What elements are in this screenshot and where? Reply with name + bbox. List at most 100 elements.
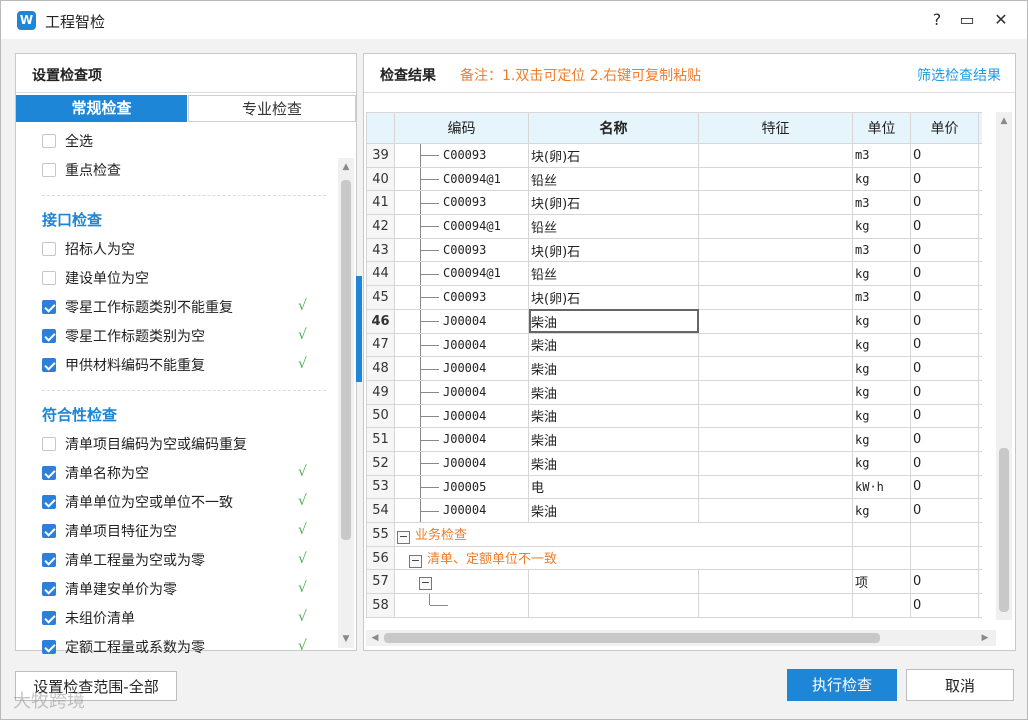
scroll-down-icon[interactable]: ▼ bbox=[339, 634, 353, 644]
check-item[interactable]: 未组价清单 bbox=[42, 608, 135, 630]
results-vscroll-thumb[interactable] bbox=[999, 448, 1009, 612]
collapse-icon[interactable]: − bbox=[397, 531, 410, 545]
unit-cell[interactable]: kg bbox=[852, 427, 911, 452]
unit-cell[interactable]: m3 bbox=[852, 285, 911, 310]
unit-cell[interactable]: kg bbox=[852, 403, 911, 429]
checkbox-icon[interactable] bbox=[42, 271, 56, 285]
table-row[interactable]: 40C00094@1铅丝 kg02C bbox=[366, 166, 982, 192]
extra-cell[interactable]: 2C bbox=[978, 332, 982, 358]
checkbox-checked-icon[interactable] bbox=[42, 300, 56, 314]
unit-cell[interactable] bbox=[852, 593, 911, 618]
panel-splitter[interactable] bbox=[356, 276, 362, 382]
name-cell[interactable]: 铅丝 bbox=[528, 261, 699, 287]
extra-cell[interactable]: 2C bbox=[978, 190, 982, 216]
unit-cell[interactable]: kg bbox=[852, 498, 911, 523]
unit-cell[interactable]: kg bbox=[852, 214, 911, 239]
code-cell[interactable]: J00004 bbox=[394, 498, 529, 523]
price-cell[interactable]: 0 bbox=[910, 379, 979, 405]
checkbox-checked-icon[interactable] bbox=[42, 358, 56, 372]
price-cell[interactable]: 0 bbox=[910, 214, 979, 239]
table-row[interactable]: 41C00093块(卵)石 m302C bbox=[366, 190, 982, 216]
code-cell[interactable]: C00093 bbox=[394, 285, 529, 310]
table-row[interactable]: 42C00094@1铅丝 kg02C bbox=[366, 214, 982, 239]
tab-regular[interactable]: 常规检查 bbox=[16, 95, 187, 122]
table-row[interactable]: 51J00004柴油 kg02C bbox=[366, 427, 982, 452]
extra-cell[interactable]: 2C bbox=[978, 403, 982, 429]
checkbox-checked-icon[interactable] bbox=[42, 329, 56, 343]
name-cell[interactable]: 柴油 bbox=[528, 403, 699, 429]
results-hscroll-thumb[interactable] bbox=[384, 633, 880, 643]
col-header-unit[interactable]: 单位 bbox=[852, 112, 911, 144]
feature-cell[interactable] bbox=[698, 308, 853, 334]
group-row[interactable]: 55− 业务检查 bbox=[366, 522, 982, 547]
feature-cell[interactable] bbox=[698, 474, 853, 500]
extra-cell[interactable]: 2C bbox=[978, 143, 982, 168]
checkbox-icon[interactable] bbox=[42, 242, 56, 256]
feature-cell[interactable] bbox=[698, 143, 853, 168]
code-cell[interactable]: J00004 bbox=[394, 403, 529, 429]
table-row[interactable]: 53J00005电 kW·h02C bbox=[366, 474, 982, 500]
check-item[interactable]: 重点检查 bbox=[42, 160, 121, 182]
checkbox-icon[interactable] bbox=[42, 163, 56, 177]
checkbox-checked-icon[interactable] bbox=[42, 640, 56, 654]
maximize-button[interactable]: ▭ bbox=[953, 7, 981, 33]
left-scroll-thumb[interactable] bbox=[341, 180, 351, 540]
results-hscrollbar[interactable]: ◀ ▶ bbox=[366, 630, 996, 646]
code-cell[interactable]: J00004 bbox=[394, 308, 529, 334]
extra-cell[interactable]: 2C bbox=[978, 285, 982, 310]
price-cell[interactable] bbox=[910, 522, 979, 547]
unit-cell[interactable] bbox=[852, 522, 911, 547]
code-cell[interactable]: C00093 bbox=[394, 143, 529, 168]
check-item[interactable]: 零星工作标题类别为空 bbox=[42, 326, 205, 348]
name-cell[interactable] bbox=[528, 569, 699, 595]
check-item[interactable]: 建设单位为空 bbox=[42, 268, 149, 290]
feature-cell[interactable] bbox=[698, 190, 853, 216]
checkbox-icon[interactable] bbox=[42, 437, 56, 451]
name-cell[interactable]: 块(卵)石 bbox=[528, 143, 699, 168]
unit-cell[interactable] bbox=[852, 545, 911, 571]
extra-cell[interactable]: 2C bbox=[978, 214, 982, 239]
extra-cell[interactable]: 2C bbox=[978, 379, 982, 405]
group-cell[interactable]: − 业务检查 bbox=[394, 522, 853, 547]
name-cell[interactable]: 柴油 bbox=[528, 427, 699, 452]
name-cell[interactable]: 柴油 bbox=[528, 308, 699, 334]
extra-cell[interactable]: 2C bbox=[978, 356, 982, 381]
unit-cell[interactable]: kg bbox=[852, 332, 911, 358]
price-cell[interactable]: 0 bbox=[910, 403, 979, 429]
scroll-up-icon[interactable]: ▲ bbox=[339, 162, 353, 172]
checkbox-checked-icon[interactable] bbox=[42, 524, 56, 538]
check-item[interactable]: 招标人为空 bbox=[42, 239, 135, 261]
group-cell[interactable]: − 清单、定额单位不一致 bbox=[394, 545, 853, 571]
name-cell[interactable]: 铅丝 bbox=[528, 214, 699, 239]
code-cell[interactable]: J00005 bbox=[394, 474, 529, 500]
price-cell[interactable]: 0 bbox=[910, 427, 979, 452]
table-row[interactable]: 49J00004柴油 kg02C bbox=[366, 379, 982, 405]
name-cell[interactable]: 柴油 bbox=[528, 498, 699, 523]
extra-cell[interactable]: 2C bbox=[978, 498, 982, 523]
table-row[interactable]: 48J00004柴油 kg02C bbox=[366, 356, 982, 381]
check-item[interactable]: 清单项目特征为空 bbox=[42, 521, 177, 543]
checkbox-icon[interactable] bbox=[42, 134, 56, 148]
results-vscrollbar[interactable]: ▲ bbox=[996, 112, 1012, 620]
table-row[interactable]: 57 − 项02C bbox=[366, 569, 982, 595]
feature-cell[interactable] bbox=[698, 498, 853, 523]
code-cell[interactable] bbox=[394, 593, 529, 618]
code-cell[interactable]: J00004 bbox=[394, 356, 529, 381]
price-cell[interactable]: 0 bbox=[910, 450, 979, 476]
check-item[interactable]: 定额工程量或系数为零 bbox=[42, 637, 205, 659]
feature-cell[interactable] bbox=[698, 237, 853, 263]
code-cell[interactable]: C00094@1 bbox=[394, 166, 529, 192]
check-item[interactable]: 甲供材料编码不能重复 bbox=[42, 355, 205, 377]
feature-cell[interactable] bbox=[698, 427, 853, 452]
name-cell[interactable]: 块(卵)石 bbox=[528, 237, 699, 263]
extra-cell[interactable]: 2C bbox=[978, 261, 982, 287]
check-item[interactable]: 清单建安单价为零 bbox=[42, 579, 177, 601]
unit-cell[interactable]: m3 bbox=[852, 237, 911, 263]
collapse-icon[interactable]: − bbox=[409, 555, 422, 569]
code-cell[interactable]: J00004 bbox=[394, 379, 529, 405]
feature-cell[interactable] bbox=[698, 166, 853, 192]
cancel-button[interactable]: 取消 bbox=[906, 669, 1014, 701]
help-button[interactable]: ? bbox=[923, 7, 951, 33]
code-cell[interactable]: − bbox=[394, 569, 529, 595]
unit-cell[interactable]: m3 bbox=[852, 143, 911, 168]
